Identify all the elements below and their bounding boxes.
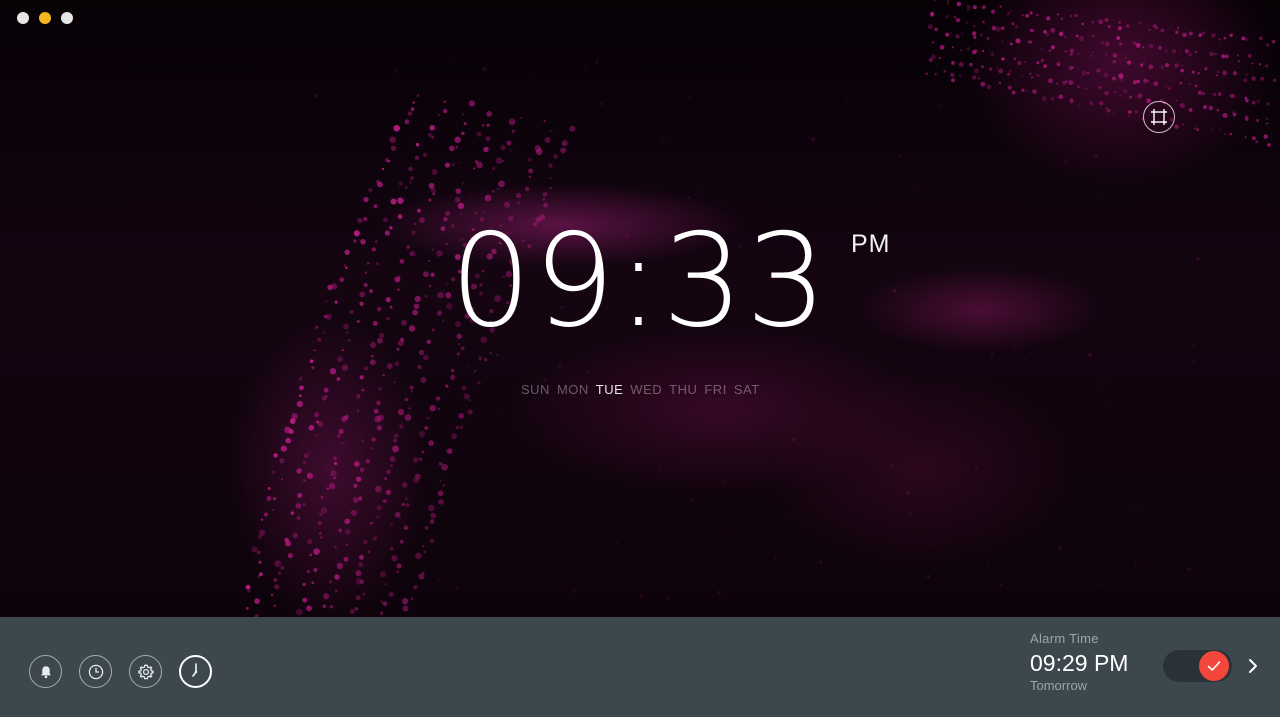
alarm-toggle[interactable] bbox=[1163, 650, 1232, 682]
gear-icon bbox=[137, 664, 154, 679]
toolbar-buttons bbox=[29, 655, 212, 688]
weekday-wed: WED bbox=[630, 382, 663, 397]
chevron-right-icon bbox=[1249, 659, 1257, 673]
alarm-details-button[interactable] bbox=[1244, 655, 1262, 677]
clock-time: 09:33 bbox=[450, 207, 829, 356]
weekday-row: SUN MON TUE WED THU FRI SAT bbox=[521, 382, 760, 397]
weekday-sun: SUN bbox=[521, 382, 550, 397]
weekday-tue: TUE bbox=[595, 382, 624, 397]
weekday-fri: FRI bbox=[704, 382, 727, 397]
history-button[interactable] bbox=[79, 655, 112, 688]
fullscreen-icon bbox=[1151, 109, 1167, 125]
history-clock-icon bbox=[88, 664, 103, 679]
bell-icon bbox=[40, 665, 51, 678]
weekday-thu: THU bbox=[669, 382, 698, 397]
analog-clock-icon bbox=[191, 662, 197, 677]
clock-meridiem: PM bbox=[851, 230, 891, 258]
alarm-time: 09:29 PM bbox=[1030, 650, 1129, 676]
window-controls bbox=[17, 12, 73, 24]
alarm-day: Tomorrow bbox=[1030, 678, 1088, 693]
bottom-toolbar: Alarm Time 09:29 PM Tomorrow bbox=[0, 617, 1280, 717]
toggle-knob bbox=[1199, 651, 1229, 681]
window-zoom-button[interactable] bbox=[61, 12, 73, 24]
checkmark-icon bbox=[1207, 661, 1221, 671]
weekday-sat: SAT bbox=[733, 382, 760, 397]
weekday-mon: MON bbox=[556, 382, 589, 397]
clock-app-window: 09:33 PM SUN MON TUE WED THU FRI SAT Ala… bbox=[0, 0, 1280, 717]
clock-view-button[interactable] bbox=[179, 655, 212, 688]
window-close-button[interactable] bbox=[17, 12, 29, 24]
window-minimize-button[interactable] bbox=[39, 12, 51, 24]
settings-button[interactable] bbox=[129, 655, 162, 688]
fullscreen-button[interactable] bbox=[1143, 101, 1175, 133]
alarm-label: Alarm Time bbox=[1030, 631, 1099, 646]
alarm-summary: Alarm Time 09:29 PM Tomorrow bbox=[1030, 631, 1128, 694]
alarm-button[interactable] bbox=[29, 655, 62, 688]
